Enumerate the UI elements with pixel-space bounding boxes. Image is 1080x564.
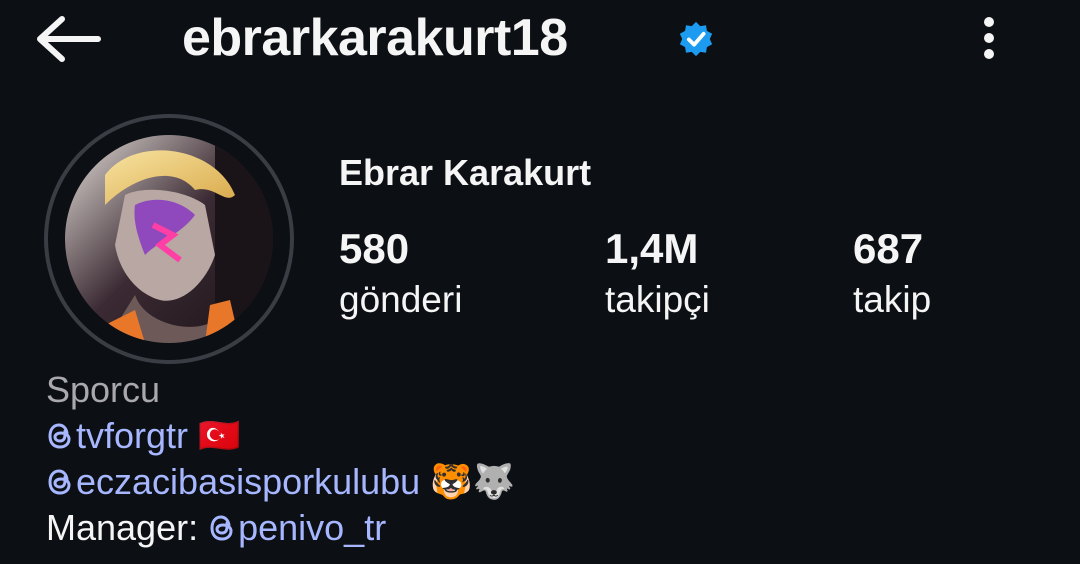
threads-link-eczacibasi[interactable]: eczacibasisporkulubu	[46, 459, 420, 505]
more-options-button[interactable]	[972, 10, 1006, 66]
stat-followers-value: 1,4M	[605, 225, 699, 272]
threads-link-handle: eczacibasisporkulubu	[76, 461, 421, 502]
stat-following-value: 687	[853, 225, 924, 272]
threads-link-penivo[interactable]: penivo_tr	[208, 505, 386, 551]
bio-link-line: eczacibasisporkulubu 🐯🐺	[46, 459, 515, 505]
profile-photo[interactable]	[65, 135, 273, 343]
more-vertical-icon	[984, 17, 994, 59]
threads-icon	[48, 423, 71, 449]
profile-bio: Sporcu tvforgtr 🇹🇷 eczacibasisporkulubu …	[46, 367, 515, 551]
profile-full-name: Ebrar Karakurt	[339, 152, 592, 193]
back-button[interactable]	[34, 14, 104, 64]
verified-badge-icon	[679, 21, 713, 57]
threads-icon	[48, 469, 71, 495]
stat-following-label: takip	[853, 279, 932, 320]
bio-link-line: tvforgtr 🇹🇷	[46, 413, 515, 459]
stat-posts-value: 580	[339, 225, 410, 272]
profile-photo-illustration	[65, 135, 273, 343]
stat-posts-label: gönderi	[339, 279, 463, 320]
stat-followers[interactable]: 1,4M takipçi	[605, 224, 710, 326]
profile-username: ebrarkarakurt18	[182, 9, 568, 67]
profile-category: Sporcu	[46, 369, 161, 410]
threads-link-handle: tvforgtr	[76, 415, 189, 456]
arrow-left-icon	[37, 16, 101, 62]
turkey-flag-emoji: 🇹🇷	[198, 417, 241, 455]
threads-icon	[210, 515, 233, 541]
stat-followers-label: takipçi	[605, 279, 710, 320]
manager-label: Manager:	[46, 507, 199, 548]
threads-link-handle: penivo_tr	[238, 507, 387, 548]
tiger-wolf-emoji: 🐯🐺	[430, 463, 515, 501]
stat-posts[interactable]: 580 gönderi	[339, 224, 462, 326]
stat-following[interactable]: 687 takip	[853, 224, 931, 326]
threads-link-tvforgtr[interactable]: tvforgtr	[46, 413, 188, 459]
bio-manager-line: Manager: penivo_tr	[46, 505, 515, 551]
